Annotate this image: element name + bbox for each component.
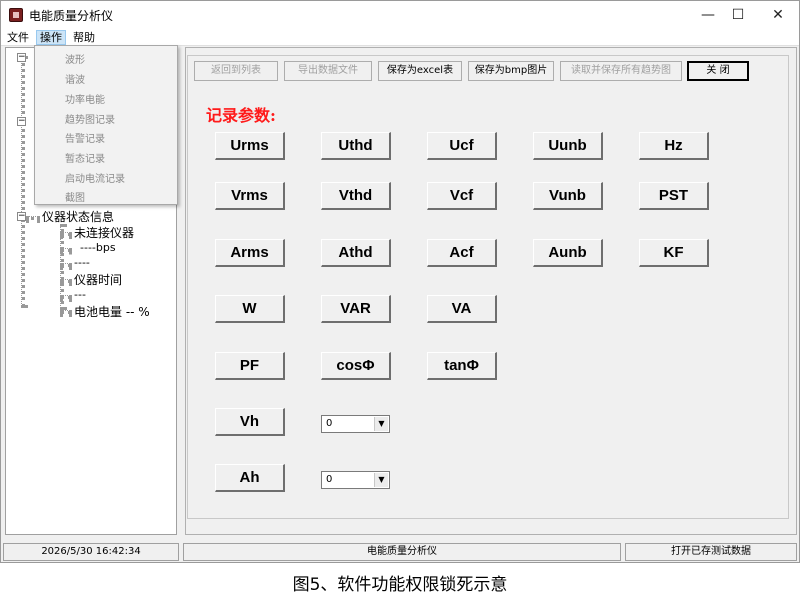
- param-cosphi-button[interactable]: cosΦ: [321, 352, 391, 380]
- tree-collapse-icon[interactable]: −: [17, 212, 26, 221]
- export-data-button[interactable]: 导出数据文件: [284, 61, 372, 81]
- inner-panel: [187, 55, 789, 519]
- param-tanphi-button[interactable]: tanΦ: [427, 352, 497, 380]
- save-bmp-button[interactable]: 保存为bmp图片: [468, 61, 554, 81]
- param-pst-button[interactable]: PST: [639, 182, 709, 210]
- param-vthd-button[interactable]: Vthd: [321, 182, 391, 210]
- menu-file[interactable]: 文件: [4, 30, 32, 45]
- ah-select[interactable]: 0 ▼: [321, 471, 390, 489]
- tree-node-status-info[interactable]: 仪器状态信息: [42, 208, 114, 225]
- vh-select[interactable]: 0 ▼: [321, 415, 390, 433]
- status-bar: 2026/5/30 16:42:34 电能质量分析仪 打开已存测试数据: [1, 542, 799, 562]
- menu-item-power-energy[interactable]: 功率电能: [65, 91, 105, 106]
- menu-item-waveform[interactable]: 波形: [65, 51, 85, 66]
- menu-item-harmonics[interactable]: 谐波: [65, 71, 85, 86]
- app-icon: [9, 8, 23, 22]
- tree-node-battery[interactable]: 电池电量 -- %: [74, 303, 150, 320]
- param-vrms-button[interactable]: Vrms: [215, 182, 285, 210]
- chevron-down-icon[interactable]: ▼: [374, 417, 388, 431]
- tree-node-device-time[interactable]: 仪器时间: [74, 271, 122, 288]
- menu-item-trend-records[interactable]: 趋势图记录: [65, 111, 115, 126]
- close-button[interactable]: 关 闭: [687, 61, 749, 81]
- param-w-button[interactable]: W: [215, 295, 285, 323]
- param-arms-button[interactable]: Arms: [215, 239, 285, 267]
- status-app-name: 电能质量分析仪: [183, 543, 621, 561]
- title-bar: 电能质量分析仪 — ☐ ✕: [1, 1, 799, 29]
- read-save-trends-button[interactable]: 读取并保存所有趋势图: [560, 61, 682, 81]
- param-hz-button[interactable]: Hz: [639, 132, 709, 160]
- param-vcf-button[interactable]: Vcf: [427, 182, 497, 210]
- window-title: 电能质量分析仪: [29, 9, 114, 23]
- param-vunb-button[interactable]: Vunb: [533, 182, 603, 210]
- status-action: 打开已存测试数据: [625, 543, 797, 561]
- vh-select-value: 0: [326, 418, 333, 429]
- menu-item-screenshot[interactable]: 截图: [65, 189, 85, 204]
- menu-bar: 文件 操作 帮助: [1, 29, 799, 46]
- menu-help[interactable]: 帮助: [70, 30, 98, 45]
- operation-menu-dropdown: 波形 谐波 功率电能 趋势图记录 告警记录 暂态记录 启动电流记录 截图: [34, 45, 178, 205]
- ah-select-value: 0: [326, 474, 333, 485]
- tree-node-placeholder[interactable]: ----: [74, 256, 90, 269]
- section-title: 记录参数:: [206, 106, 276, 125]
- menu-item-transient-records[interactable]: 暂态记录: [65, 150, 105, 165]
- tree-collapse-icon[interactable]: −: [17, 53, 26, 62]
- tree-node-baudrate[interactable]: ----bps: [80, 241, 116, 254]
- tree-node-time-value[interactable]: ---: [74, 288, 86, 301]
- param-kf-button[interactable]: KF: [639, 239, 709, 267]
- param-ucf-button[interactable]: Ucf: [427, 132, 497, 160]
- param-uthd-button[interactable]: Uthd: [321, 132, 391, 160]
- back-to-list-button[interactable]: 返回到列表: [194, 61, 278, 81]
- param-ah-button[interactable]: Ah: [215, 464, 285, 492]
- param-aunb-button[interactable]: Aunb: [533, 239, 603, 267]
- status-datetime: 2026/5/30 16:42:34: [3, 543, 179, 561]
- param-uunb-button[interactable]: Uunb: [533, 132, 603, 160]
- tree-collapse-icon[interactable]: −: [17, 117, 26, 126]
- param-var-button[interactable]: VAR: [321, 295, 391, 323]
- menu-operation[interactable]: 操作: [36, 30, 66, 45]
- app-window: 电能质量分析仪 — ☐ ✕ 文件 操作 帮助 − − − 仪器状态信息 未连接仪…: [0, 0, 800, 563]
- close-window-button[interactable]: ✕: [755, 1, 800, 29]
- param-acf-button[interactable]: Acf: [427, 239, 497, 267]
- param-pf-button[interactable]: PF: [215, 352, 285, 380]
- chevron-down-icon[interactable]: ▼: [374, 473, 388, 487]
- menu-item-inrush-records[interactable]: 启动电流记录: [65, 170, 125, 185]
- param-urms-button[interactable]: Urms: [215, 132, 285, 160]
- param-vh-button[interactable]: Vh: [215, 408, 285, 436]
- param-va-button[interactable]: VA: [427, 295, 497, 323]
- tree-node-connection[interactable]: 未连接仪器: [74, 224, 134, 241]
- menu-item-alarm-records[interactable]: 告警记录: [65, 130, 105, 145]
- param-athd-button[interactable]: Athd: [321, 239, 391, 267]
- save-excel-button[interactable]: 保存为excel表: [378, 61, 462, 81]
- figure-caption: 图5、软件功能权限锁死示意: [292, 575, 508, 595]
